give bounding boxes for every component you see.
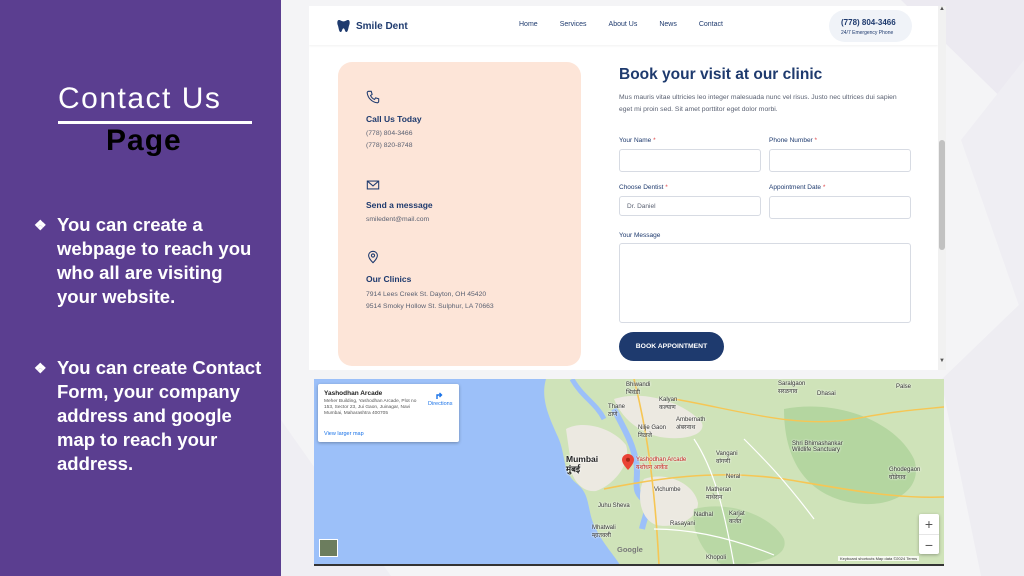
required-mark: * (665, 184, 668, 191)
nav-menu: Home Services About Us News Contact (519, 21, 745, 28)
required-mark: * (822, 184, 826, 191)
phone-icon (366, 90, 380, 104)
slide-title-contact-us: Contact Us (58, 82, 222, 115)
nav-about-us[interactable]: About Us (609, 21, 638, 28)
name-label: Your Name * (619, 137, 656, 144)
diamond-bullet-icon: ❖ (34, 217, 47, 233)
call-phone-1[interactable]: (778) 804-3466 (366, 130, 412, 137)
message-heading: Send a message (366, 200, 433, 210)
map-label-matheran: Matheran माथेरान (706, 487, 732, 501)
map-bottom-border (314, 564, 944, 566)
zoom-out-button[interactable]: − (919, 534, 939, 554)
diamond-bullet-icon: ❖ (34, 360, 47, 376)
scrollbar-thumb[interactable] (939, 140, 945, 250)
bullet-contact-form: ❖ You can create Contact Form, your comp… (34, 356, 264, 476)
bullet-text: You can create Contact Form, your compan… (57, 357, 262, 474)
directions-link[interactable]: Directions (428, 401, 452, 407)
zoom-in-button[interactable]: + (919, 514, 939, 534)
place-title: Yashodhan Arcade (324, 390, 383, 397)
view-larger-map-link[interactable]: View larger map (324, 431, 364, 437)
map-label-vichumbe: Vichumbe (654, 487, 681, 493)
map-label-palse: Palse (896, 384, 912, 390)
emergency-phone-badge[interactable]: (778) 804-3466 24/7 Emergency Phone (829, 10, 912, 42)
contact-info-card: Call Us Today (778) 804-3466 (778) 820-8… (338, 62, 581, 366)
map-label-vangani: Vangani वांगणी (716, 451, 738, 465)
page-scrollbar[interactable]: ▲ ▼ (938, 6, 946, 370)
map-label-shri: Shri Bhimashankar Wildlife Sanctuary (792, 441, 843, 453)
date-label: Appointment Date * (769, 184, 826, 191)
map-label-nilje: Nilje Gaon निळजे (638, 425, 667, 439)
nav-home[interactable]: Home (519, 21, 538, 28)
satellite-toggle[interactable] (319, 539, 338, 557)
envelope-icon (366, 180, 380, 190)
clinic-address-2: 9514 Smoky Hollow St. Sulphur, LA 70663 (366, 303, 494, 310)
map-label-bhiwandi: Bhiwandi भिवंडी (626, 382, 651, 396)
clinic-address-1: 7914 Lees Creek St. Dayton, OH 45420 (366, 291, 487, 298)
site-navbar: Smile Dent Home Services About Us News C… (309, 6, 938, 45)
map-label-dhasai: Dhasai (817, 391, 836, 397)
phone-number: (778) 804-3466 (841, 18, 896, 27)
name-input[interactable] (619, 149, 761, 172)
call-phone-2[interactable]: (778) 820-8748 (366, 142, 412, 149)
map-label-nadhal: Nadhal (694, 512, 714, 518)
book-appointment-button[interactable]: BOOK APPOINTMENT (619, 332, 724, 361)
bullet-webpage: ❖ You can create a webpage to reach you … (34, 213, 264, 309)
slide-left-panel: Contact Us Page ❖ You can create a webpa… (0, 0, 281, 576)
message-label: Your Message (619, 232, 661, 239)
map-label-ambernath: Ambernath अंबरनाथ (676, 417, 706, 431)
email-address[interactable]: smiledent@mail.com (366, 216, 429, 223)
site-logo[interactable]: Smile Dent (337, 19, 408, 33)
scroll-up-icon[interactable]: ▲ (939, 6, 945, 12)
appointment-date-input[interactable] (769, 196, 911, 219)
required-mark: * (653, 137, 656, 144)
brand-name: Smile Dent (356, 20, 408, 32)
map-label-neral: Neral (726, 474, 741, 480)
map-place-card: Yashodhan Arcade Meher Building, Yashodh… (318, 384, 459, 442)
bullet-text: You can create a webpage to reach you wh… (57, 214, 252, 307)
phone-caption: 24/7 Emergency Phone (841, 30, 894, 36)
clinics-heading: Our Clinics (366, 274, 412, 284)
map-marker-icon[interactable] (622, 454, 634, 470)
message-textarea[interactable] (619, 243, 911, 323)
map-label-karjat: Karjat कर्जत (729, 511, 745, 525)
phone-input[interactable] (769, 149, 911, 172)
place-address: Meher Building, Yashodhan Arcade, Plot n… (324, 399, 417, 416)
map-zoom-control: + − (919, 514, 939, 554)
map-label-mhatwali: Mhatwali म्हातवली (592, 525, 616, 539)
nav-news[interactable]: News (659, 21, 677, 28)
map-label-rasayani: Rasayani (670, 521, 696, 527)
google-logo: Google (617, 545, 643, 554)
call-heading: Call Us Today (366, 114, 422, 124)
dentist-label: Choose Dentist * (619, 184, 668, 191)
nav-services[interactable]: Services (560, 21, 587, 28)
map-label-pin: Yashodhan Arcade यशोधन आर्केड (636, 457, 687, 471)
map-label-thane: Thane ठाणे (608, 404, 626, 418)
form-description: Mus mauris vitae ultricies leo integer m… (619, 94, 897, 113)
map-label-saralgaon: Saralgaon सरळगाव (778, 381, 806, 395)
nav-contact[interactable]: Contact (699, 21, 723, 28)
google-map[interactable]: Yashodhan Arcade Meher Building, Yashodh… (314, 379, 944, 565)
scroll-down-icon[interactable]: ▼ (939, 358, 945, 364)
map-label-ghodegaon: Ghodegaon घोडेगाव (889, 467, 921, 481)
phone-label: Phone Number * (769, 137, 818, 144)
map-label-mumbai: Mumbai मुंबई (566, 454, 599, 474)
map-label-khopoli: Khopoli (706, 555, 727, 561)
dentist-select[interactable]: Dr. Daniel (619, 196, 761, 216)
slide-title-page: Page (106, 124, 182, 157)
directions-icon[interactable] (435, 390, 445, 400)
form-title: Book your visit at our clinic (619, 66, 823, 83)
location-pin-icon (368, 250, 378, 264)
tooth-icon (337, 19, 350, 33)
website-screenshot: Smile Dent Home Services About Us News C… (309, 6, 946, 370)
map-label-kalyan: Kalyan कल्याण (659, 397, 678, 411)
map-label-juhu: Juhu Sheva (598, 503, 630, 509)
required-mark: * (814, 137, 818, 144)
map-attribution[interactable]: Keyboard shortcuts Map data ©2024 Terms (838, 556, 920, 561)
